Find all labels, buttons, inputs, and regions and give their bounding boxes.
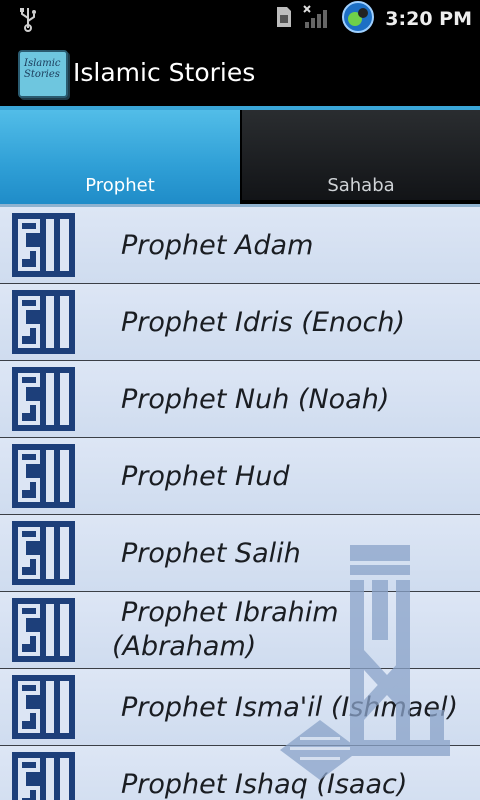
kufic-calligraphy-icon — [12, 444, 75, 508]
action-bar: Islamic Stories Islamic Stories — [0, 38, 480, 108]
status-bar: 3:20 PM — [0, 0, 480, 38]
kufic-calligraphy-icon — [12, 367, 75, 431]
kufic-calligraphy-icon — [12, 213, 75, 277]
signal-icon — [303, 4, 331, 34]
sync-app-icon — [341, 0, 375, 38]
clock: 3:20 PM — [385, 8, 472, 30]
list-item-label: Prophet Nuh (Noah) — [121, 383, 390, 415]
list-item[interactable]: Prophet Isma'il (Ishmael) — [0, 669, 480, 746]
kufic-calligraphy-icon — [12, 752, 75, 800]
list-item[interactable]: Prophet Idris (Enoch) — [0, 284, 480, 361]
list-item-label: Prophet Hud — [121, 460, 290, 492]
tab-sahaba-label: Sahaba — [327, 175, 395, 196]
list-item-label: Prophet Ibrahim (Abraham) — [112, 592, 474, 669]
kufic-calligraphy-icon — [12, 675, 75, 739]
app-logo-text-2: Stories — [24, 69, 60, 80]
kufic-calligraphy-icon — [12, 290, 75, 354]
kufic-calligraphy-icon — [12, 521, 75, 585]
list-item-label-line1: Prophet Ibrahim — [121, 597, 339, 628]
sim-icon — [275, 5, 293, 33]
list-item[interactable]: Prophet Ibrahim (Abraham) — [0, 592, 480, 669]
kufic-calligraphy-icon — [12, 598, 75, 662]
list-item[interactable]: Prophet Adam — [0, 207, 480, 284]
tab-bar: Prophet Sahaba — [0, 110, 480, 204]
list-item-label: Prophet Ishaq (Isaac) — [121, 768, 408, 800]
list-item[interactable]: Prophet Nuh (Noah) — [0, 361, 480, 438]
list-item[interactable]: Prophet Hud — [0, 438, 480, 515]
app-title: Islamic Stories — [73, 58, 256, 87]
prophet-list[interactable]: Prophet Adam Prophet Idris (Enoch) Proph… — [0, 207, 480, 800]
app-logo-icon: Islamic Stories — [18, 50, 68, 98]
list-item-label: Prophet Idris (Enoch) — [121, 306, 406, 338]
list-item-label: Prophet Salih — [121, 537, 301, 569]
tab-prophet-label: Prophet — [85, 175, 155, 196]
list-item-label: Prophet Adam — [121, 229, 314, 261]
tab-sahaba[interactable]: Sahaba — [240, 110, 480, 204]
app-logo-text-1: Islamic — [24, 58, 61, 69]
tab-prophet[interactable]: Prophet — [0, 110, 240, 204]
list-item-label: Prophet Isma'il (Ishmael) — [121, 691, 458, 723]
list-item[interactable]: Prophet Salih — [0, 515, 480, 592]
list-item[interactable]: Prophet Ishaq (Isaac) — [0, 746, 480, 800]
usb-icon — [18, 6, 38, 36]
list-item-label-line2: (Abraham) — [112, 631, 257, 662]
